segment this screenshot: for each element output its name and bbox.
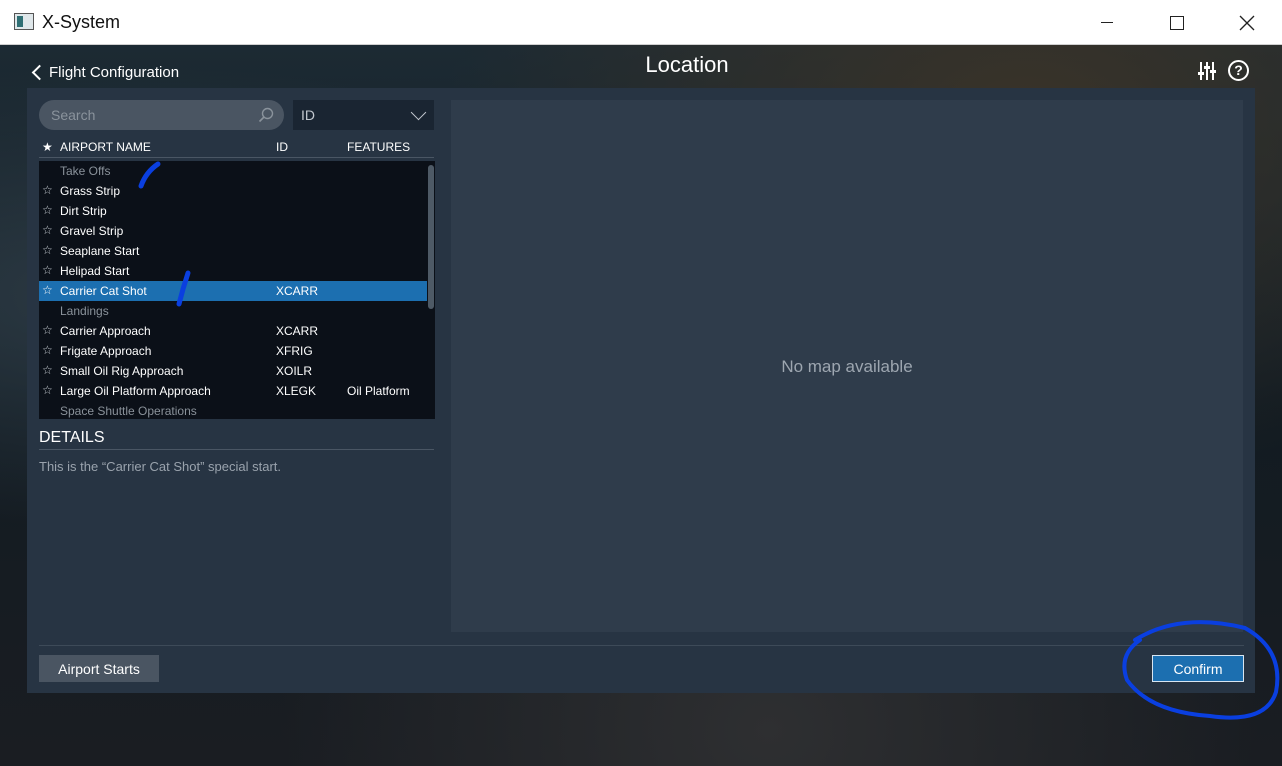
back-button[interactable]: Flight Configuration [30,60,179,84]
row-name: Frigate Approach [60,344,152,358]
row-name: Small Oil Rig Approach [60,364,184,378]
settings-sliders-icon[interactable] [1197,60,1217,82]
row-name: Carrier Approach [60,324,151,338]
table-row[interactable]: ☆ Large Oil Platform Approach XLEGK Oil … [39,381,427,401]
table-row[interactable]: ☆ Small Oil Rig Approach XOILR [39,361,427,381]
star-outline-icon[interactable]: ☆ [42,363,53,377]
row-name: Helipad Start [60,264,130,278]
group-label: Take Offs [60,164,111,178]
chevron-down-icon [410,104,427,121]
app-icon [14,13,34,30]
row-id: XCARR [276,324,319,338]
details-text: This is the “Carrier Cat Shot” special s… [39,459,282,474]
scrollbar-thumb[interactable] [428,165,434,309]
table-row-selected[interactable]: ☆ Carrier Cat Shot XCARR [39,281,427,301]
close-button[interactable] [1212,0,1282,45]
row-name: Seaplane Start [60,244,140,258]
list-group-header: Space Shuttle Operations [39,401,427,419]
map-preview: No map available [451,100,1243,632]
table-row[interactable]: ☆ Helipad Start [39,261,427,281]
minimize-button[interactable] [1072,0,1142,45]
star-outline-icon[interactable]: ☆ [42,183,53,197]
search-placeholder: Search [51,107,96,123]
map-empty-text: No map available [781,357,913,376]
window-title: X-System [42,12,121,32]
table-header: ★ AIRPORT NAME ID FEATURES [39,139,434,158]
star-outline-icon[interactable]: ☆ [42,283,53,297]
star-outline-icon[interactable]: ☆ [42,323,53,337]
row-id: XFRIG [276,344,313,358]
airport-list[interactable]: Take Offs ☆ Grass Strip ☆ Dirt Strip ☆ G… [39,161,427,419]
table-row[interactable]: ☆ Carrier Approach XCARR [39,321,427,341]
search-icon [258,107,274,123]
chevron-left-icon [31,64,48,80]
favorite-star-icon[interactable]: ★ [42,140,53,154]
row-name: Carrier Cat Shot [60,284,147,298]
divider [39,645,1244,646]
row-id: XOILR [276,364,313,378]
star-outline-icon[interactable]: ☆ [42,263,53,277]
table-row[interactable]: ☆ Frigate Approach XFRIG [39,341,427,361]
back-label: Flight Configuration [49,63,180,81]
table-row[interactable]: ☆ Dirt Strip [39,201,427,221]
star-outline-icon[interactable]: ☆ [42,383,53,397]
column-id[interactable]: ID [276,140,288,154]
search-input[interactable]: Search [39,100,284,130]
column-airport-name[interactable]: AIRPORT NAME [60,140,151,154]
row-id: XLEGK [276,384,317,398]
row-name: Grass Strip [60,184,121,198]
column-features[interactable]: FEATURES [347,140,410,154]
list-group-header: Take Offs [39,161,427,181]
help-icon[interactable]: ? [1228,60,1249,81]
row-name: Dirt Strip [60,204,107,218]
divider [39,449,434,450]
list-group-header: Landings [39,301,427,321]
row-name: Gravel Strip [60,224,124,238]
page-title: Location [645,52,729,77]
details-heading: DETAILS [39,429,105,446]
star-outline-icon[interactable]: ☆ [42,223,53,237]
group-label: Landings [60,304,109,318]
row-features: Oil Platform [347,384,410,398]
maximize-button[interactable] [1142,0,1212,45]
search-filter-select[interactable]: ID [293,100,434,130]
table-row[interactable]: ☆ Grass Strip [39,181,427,201]
table-row[interactable]: ☆ Seaplane Start [39,241,427,261]
window-title-bar: X-System [0,0,1282,45]
confirm-button[interactable]: Confirm [1152,655,1244,682]
star-outline-icon[interactable]: ☆ [42,243,53,257]
minimize-icon [1101,22,1113,23]
star-outline-icon[interactable]: ☆ [42,343,53,357]
filter-value: ID [301,107,315,123]
table-row[interactable]: ☆ Gravel Strip [39,221,427,241]
airport-starts-button[interactable]: Airport Starts [39,655,159,682]
group-label: Space Shuttle Operations [60,404,197,418]
row-name: Large Oil Platform Approach [60,384,211,398]
maximize-icon [1170,15,1184,30]
star-outline-icon[interactable]: ☆ [42,203,53,217]
row-id: XCARR [276,284,319,298]
close-icon [1239,15,1255,30]
